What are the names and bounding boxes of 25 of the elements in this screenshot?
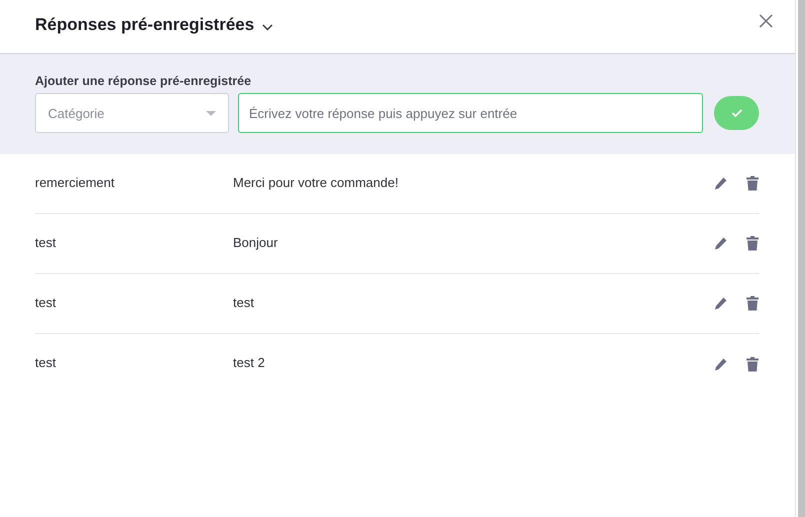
form-label: Ajouter une réponse pré-enregistrée xyxy=(35,74,252,88)
delete-button[interactable] xyxy=(746,356,759,372)
dialog-title: Réponses pré-enregistrées xyxy=(35,14,254,34)
response-category: remerciement xyxy=(35,174,116,192)
chevron-down-icon[interactable] xyxy=(262,24,274,31)
check-icon xyxy=(730,108,742,118)
edit-button[interactable] xyxy=(713,236,728,251)
delete-button[interactable] xyxy=(746,176,759,191)
category-select[interactable]: Catégorie xyxy=(35,93,229,133)
edit-button[interactable] xyxy=(713,176,728,191)
delete-button[interactable] xyxy=(746,296,759,311)
edit-button[interactable] xyxy=(713,296,728,311)
close-button[interactable] xyxy=(759,14,773,28)
response-text: Bonjour xyxy=(233,234,279,252)
response-input[interactable]: Écrivez votre réponse puis appuyez sur entrée xyxy=(238,93,703,133)
delete-button[interactable] xyxy=(746,236,759,251)
response-text: Merci pour votre commande! xyxy=(233,174,400,192)
response-category: test xyxy=(35,355,57,372)
edit-button[interactable] xyxy=(713,356,728,372)
scrollbar[interactable] xyxy=(798,0,805,517)
response-text: test xyxy=(233,294,255,312)
response-text: test 2 xyxy=(233,355,266,372)
response-category: test xyxy=(35,294,57,312)
response-category: test xyxy=(35,234,57,252)
caret-icon xyxy=(206,110,216,116)
